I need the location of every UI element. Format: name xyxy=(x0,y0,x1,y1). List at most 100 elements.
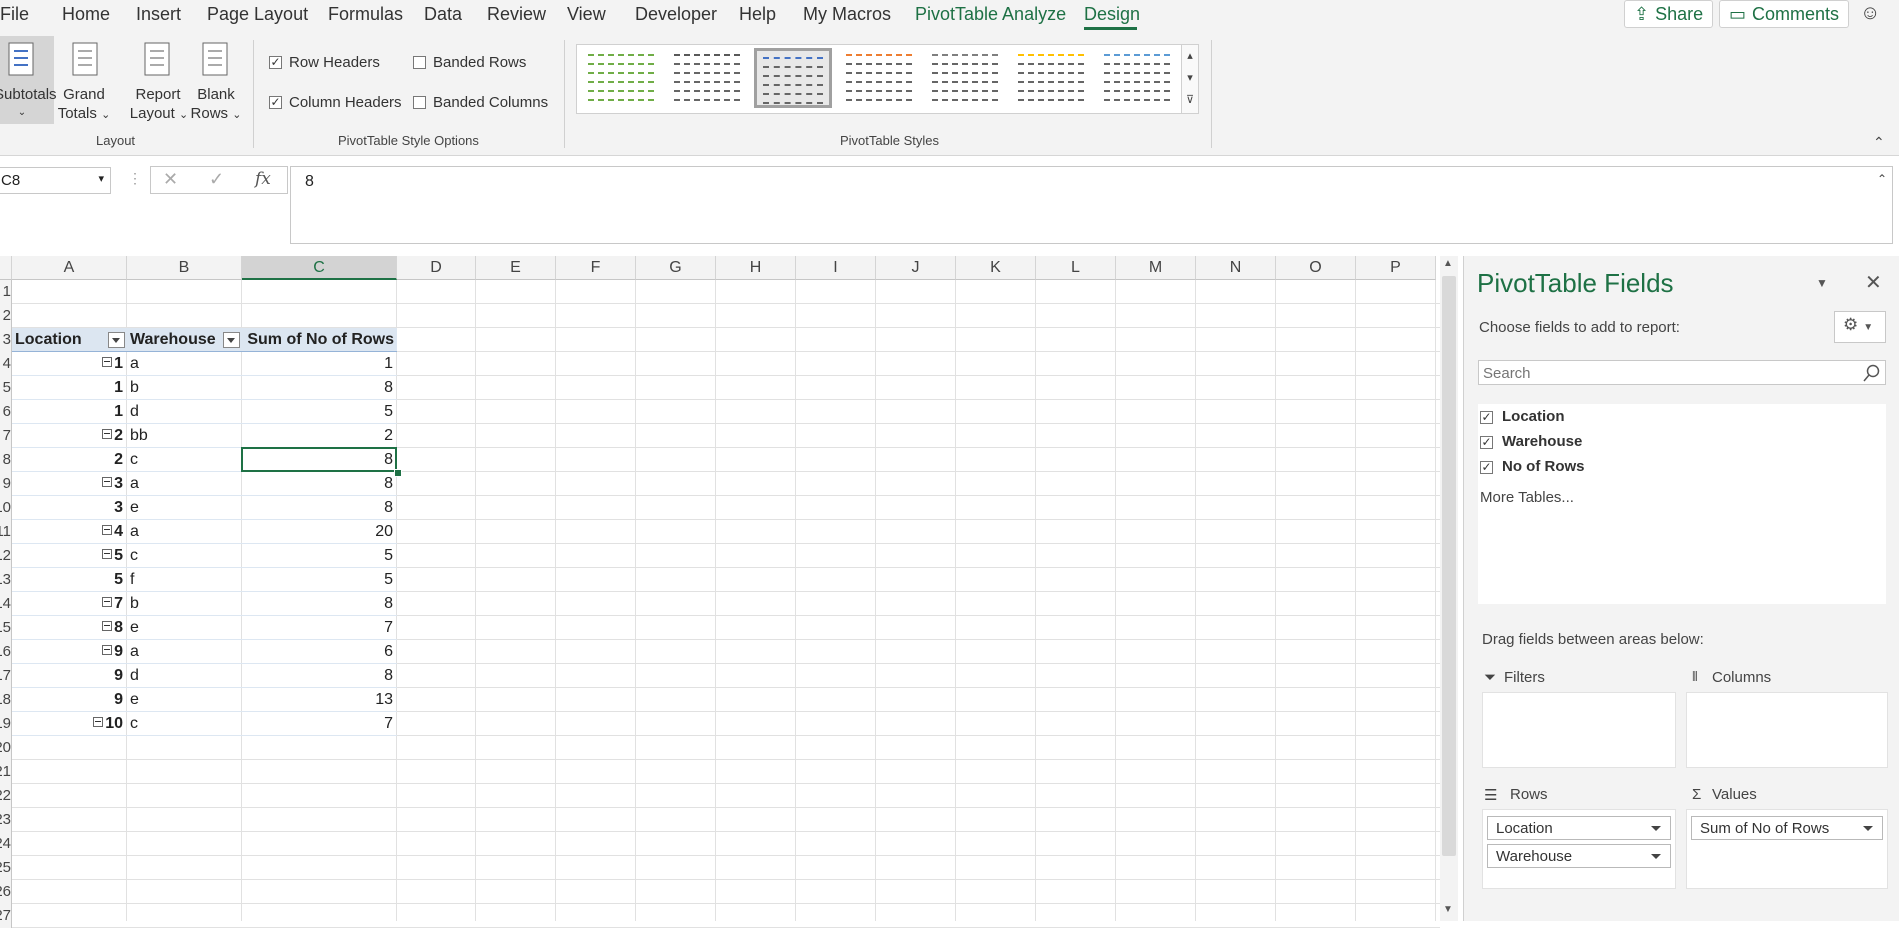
pivot-style-thumbnail[interactable] xyxy=(1098,48,1176,108)
column-header[interactable]: M xyxy=(1116,256,1196,280)
menu-item[interactable]: Insert xyxy=(136,4,181,25)
gallery-more-icon[interactable]: ⊽ xyxy=(1182,89,1198,111)
chevron-up-icon[interactable]: ▴ xyxy=(1182,45,1198,67)
pivot-location-cell[interactable]: 9 xyxy=(12,688,127,712)
collapse-ribbon-icon[interactable]: ⌃ xyxy=(1873,134,1885,151)
rows-area[interactable]: Location Warehouse xyxy=(1482,809,1676,889)
pivot-location-cell[interactable]: 1 xyxy=(12,376,127,400)
column-header[interactable]: J xyxy=(876,256,956,280)
menu-item[interactable]: Developer xyxy=(635,4,717,25)
menu-item[interactable]: PivotTable Analyze xyxy=(915,4,1066,25)
scroll-down-icon[interactable]: ▼ xyxy=(1443,904,1453,915)
column-header[interactable]: L xyxy=(1036,256,1116,280)
pivot-value-cell[interactable]: 7 xyxy=(242,712,397,736)
column-header[interactable]: O xyxy=(1276,256,1356,280)
pivot-warehouse-cell[interactable]: f xyxy=(127,568,242,592)
menu-item[interactable]: Data xyxy=(424,4,462,25)
row-header[interactable]: 10 xyxy=(0,496,12,520)
pivot-value-cell[interactable]: 7 xyxy=(242,616,397,640)
chevron-down-icon[interactable] xyxy=(1651,826,1661,831)
pivot-location-cell[interactable]: 8 xyxy=(12,616,127,640)
more-options-icon[interactable]: ⋮ xyxy=(128,170,142,187)
fill-handle[interactable] xyxy=(394,469,402,477)
comments-button[interactable]: ▭ Comments xyxy=(1719,0,1850,28)
collapse-toggle-icon[interactable] xyxy=(102,548,113,559)
pivot-style-thumbnail[interactable] xyxy=(926,48,1004,108)
pivot-warehouse-cell[interactable]: c xyxy=(127,712,242,736)
row-header[interactable]: 27 xyxy=(0,904,12,928)
enter-icon[interactable]: ✓ xyxy=(209,169,224,190)
pivot-value-cell[interactable]: 8 xyxy=(242,592,397,616)
pivot-location-cell[interactable]: 1 xyxy=(12,352,127,376)
pane-options-chevron-icon[interactable]: ▼ xyxy=(1816,276,1828,290)
row-header[interactable]: 11 xyxy=(0,520,12,544)
collapse-toggle-icon[interactable] xyxy=(102,476,113,487)
chevron-down-icon[interactable] xyxy=(1863,826,1873,831)
collapse-toggle-icon[interactable] xyxy=(93,716,104,727)
pivot-location-cell[interactable]: 10 xyxy=(12,712,127,736)
more-tables-link[interactable]: More Tables... xyxy=(1480,489,1574,506)
pivot-value-cell[interactable]: 1 xyxy=(242,352,397,376)
select-all-corner[interactable] xyxy=(0,256,12,280)
pivot-warehouse-cell[interactable]: a xyxy=(127,472,242,496)
column-header[interactable]: H xyxy=(716,256,796,280)
formula-input[interactable]: 8 xyxy=(290,166,1893,244)
blank-rows-button[interactable]: Blank Rows ⌄ xyxy=(188,36,244,124)
pivot-warehouse-cell[interactable]: e xyxy=(127,688,242,712)
column-header[interactable]: E xyxy=(476,256,556,280)
row-header[interactable]: 26 xyxy=(0,880,12,904)
pivot-value-cell[interactable]: 2 xyxy=(242,424,397,448)
menu-item[interactable]: Design xyxy=(1084,4,1140,25)
column-header[interactable]: A xyxy=(12,256,127,280)
pivot-warehouse-cell[interactable]: b xyxy=(127,376,242,400)
chevron-down-icon[interactable]: ▾ xyxy=(98,172,104,185)
pivot-value-cell[interactable]: 8 xyxy=(242,472,397,496)
pivot-style-thumbnail[interactable] xyxy=(754,48,832,108)
row-header[interactable]: 8 xyxy=(0,448,12,472)
row-headers-checkbox[interactable]: ✓ xyxy=(269,56,282,69)
column-header[interactable]: F xyxy=(556,256,636,280)
feedback-smiley-icon[interactable]: ☺ xyxy=(1860,2,1880,25)
collapse-toggle-icon[interactable] xyxy=(102,356,113,367)
column-header[interactable]: I xyxy=(796,256,876,280)
pivot-location-cell[interactable]: 9 xyxy=(12,664,127,688)
pivot-style-thumbnail[interactable] xyxy=(840,48,918,108)
menu-item[interactable]: Help xyxy=(739,4,776,25)
filters-area[interactable] xyxy=(1482,692,1676,768)
chevron-down-icon[interactable]: ▾ xyxy=(1182,67,1198,89)
field-list-settings-button[interactable]: ⚙ ▼ xyxy=(1834,311,1886,343)
collapse-toggle-icon[interactable] xyxy=(102,524,113,535)
row-header[interactable]: 18 xyxy=(0,688,12,712)
row-header[interactable]: 21 xyxy=(0,760,12,784)
menu-item[interactable]: View xyxy=(567,4,606,25)
vertical-scrollbar[interactable]: ▲ ▼ xyxy=(1440,256,1458,921)
share-button[interactable]: ⇪ Share xyxy=(1624,0,1714,28)
pivot-value-cell[interactable]: 5 xyxy=(242,400,397,424)
column-header[interactable]: B xyxy=(127,256,242,280)
pivot-warehouse-cell[interactable]: c xyxy=(127,544,242,568)
pivot-header-cell[interactable]: Sum of No of Rows xyxy=(242,328,397,352)
scroll-up-icon[interactable]: ▲ xyxy=(1443,258,1453,269)
column-header[interactable]: D xyxy=(397,256,476,280)
pivot-location-cell[interactable]: 5 xyxy=(12,544,127,568)
row-header[interactable]: 15 xyxy=(0,616,12,640)
row-header[interactable]: 22 xyxy=(0,784,12,808)
field-search-box[interactable] xyxy=(1478,360,1886,385)
column-headers-checkbox[interactable]: ✓ xyxy=(269,96,282,109)
pivot-warehouse-cell[interactable]: d xyxy=(127,400,242,424)
scroll-thumb[interactable] xyxy=(1442,276,1456,856)
pivot-warehouse-cell[interactable]: a xyxy=(127,640,242,664)
pivot-warehouse-cell[interactable]: a xyxy=(127,352,242,376)
pivot-warehouse-cell[interactable]: c xyxy=(127,448,242,472)
pivot-location-cell[interactable]: 1 xyxy=(12,400,127,424)
row-header[interactable]: 25 xyxy=(0,856,12,880)
column-header[interactable]: K xyxy=(956,256,1036,280)
row-header[interactable]: 20 xyxy=(0,736,12,760)
report-layout-button[interactable]: Report Layout ⌄ xyxy=(130,36,188,124)
menu-item[interactable]: Home xyxy=(62,4,110,25)
pivot-value-cell[interactable]: 8 xyxy=(242,496,397,520)
pivot-style-thumbnail[interactable] xyxy=(668,48,746,108)
row-header[interactable]: 1 xyxy=(0,280,12,304)
pivot-style-thumbnail[interactable] xyxy=(1012,48,1090,108)
field-checkbox[interactable]: ✓ xyxy=(1480,436,1493,449)
